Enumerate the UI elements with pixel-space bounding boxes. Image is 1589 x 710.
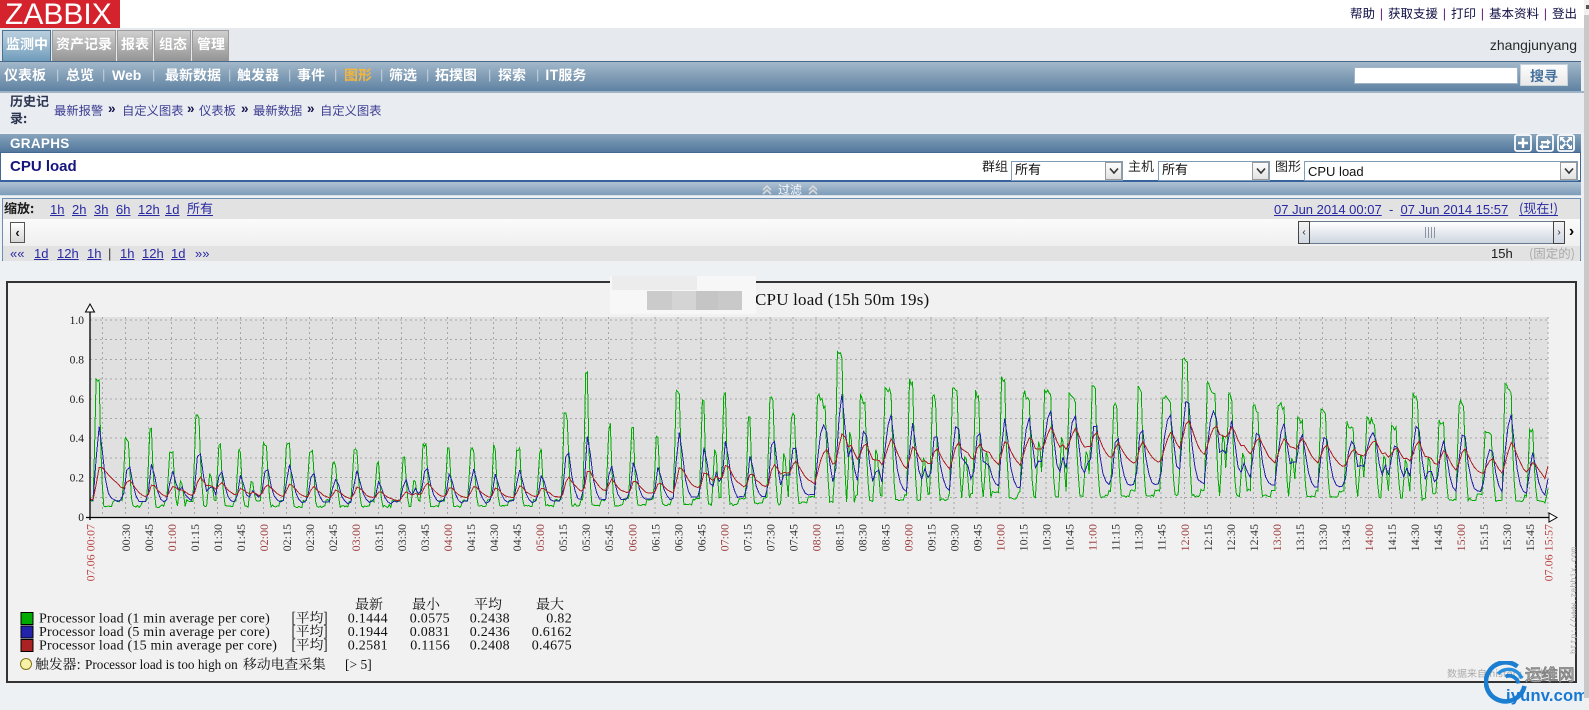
svg-text:05:45: 05:45 — [602, 524, 616, 551]
svg-text:12:15: 12:15 — [1201, 524, 1215, 551]
svg-text:0.4: 0.4 — [70, 433, 85, 445]
svg-text:05:30: 05:30 — [579, 524, 593, 551]
svg-text:07.06 15:57: 07.06 15:57 — [1542, 524, 1556, 581]
svg-text:05:15: 05:15 — [556, 524, 570, 551]
svg-text:14:45: 14:45 — [1431, 524, 1445, 551]
svg-text:08:15: 08:15 — [833, 524, 847, 551]
svg-text:0: 0 — [78, 512, 84, 524]
svg-text:07.06 00:07: 07.06 00:07 — [84, 524, 98, 581]
svg-text:15:15: 15:15 — [1477, 524, 1491, 551]
svg-text:03:00: 03:00 — [349, 524, 363, 551]
svg-text:09:45: 09:45 — [971, 524, 985, 551]
svg-text:0.4675: 0.4675 — [532, 639, 572, 654]
svg-text:01:00: 01:00 — [165, 524, 179, 551]
svg-text:Processor load is too high on: Processor load is too high on — [85, 657, 238, 672]
svg-text:11:30: 11:30 — [1132, 524, 1146, 551]
svg-text:06:45: 06:45 — [694, 524, 708, 551]
svg-text:09:15: 09:15 — [925, 524, 939, 551]
svg-text:07:30: 07:30 — [763, 524, 777, 551]
svg-text:04:45: 04:45 — [510, 524, 524, 551]
svg-text:14:00: 14:00 — [1362, 524, 1376, 551]
svg-text:0.6: 0.6 — [70, 394, 85, 406]
svg-text:0.8: 0.8 — [70, 354, 85, 366]
svg-text:00:45: 00:45 — [142, 524, 156, 551]
svg-text:08:45: 08:45 — [879, 524, 893, 551]
svg-text:12:00: 12:00 — [1178, 524, 1192, 551]
svg-text:0.2: 0.2 — [70, 473, 85, 485]
svg-text:02:30: 02:30 — [303, 524, 317, 551]
svg-text:05:00: 05:00 — [533, 524, 547, 551]
svg-text:10:45: 10:45 — [1063, 524, 1077, 551]
svg-text:0.2581: 0.2581 — [348, 639, 388, 654]
svg-text:0.1156: 0.1156 — [410, 639, 450, 654]
svg-text:01:45: 01:45 — [234, 524, 248, 551]
svg-text:00:30: 00:30 — [119, 524, 133, 551]
svg-text:15:45: 15:45 — [1523, 524, 1537, 551]
svg-text:14:15: 14:15 — [1385, 524, 1399, 551]
svg-text:13:30: 13:30 — [1316, 524, 1330, 551]
svg-text:http://www.zabbix.com: http://www.zabbix.com — [1569, 547, 1579, 654]
svg-text:10:15: 10:15 — [1017, 524, 1031, 551]
svg-text:CPU load (15h 50m 19s): CPU load (15h 50m 19s) — [755, 290, 929, 309]
svg-text:09:30: 09:30 — [948, 524, 962, 551]
svg-text:14:30: 14:30 — [1408, 524, 1422, 551]
svg-text:02:00: 02:00 — [257, 524, 271, 551]
svg-text:13:15: 13:15 — [1293, 524, 1307, 551]
svg-text:15:30: 15:30 — [1500, 524, 1514, 551]
svg-text:10:00: 10:00 — [994, 524, 1008, 551]
svg-text:07:45: 07:45 — [786, 524, 800, 551]
svg-text:0.2408: 0.2408 — [470, 639, 510, 654]
svg-text:01:15: 01:15 — [188, 524, 202, 551]
svg-text:04:15: 04:15 — [464, 524, 478, 551]
svg-text:11:15: 11:15 — [1109, 524, 1123, 551]
svg-text:11:45: 11:45 — [1155, 524, 1169, 551]
svg-text:09:00: 09:00 — [902, 524, 916, 551]
svg-text:12:30: 12:30 — [1224, 524, 1238, 551]
svg-text:13:00: 13:00 — [1270, 524, 1284, 551]
svg-text:01:30: 01:30 — [211, 524, 225, 551]
svg-text:06:15: 06:15 — [648, 524, 662, 551]
svg-text:02:45: 02:45 — [326, 524, 340, 551]
svg-text:[> 5]: [> 5] — [345, 657, 372, 672]
svg-text:07:15: 07:15 — [740, 524, 754, 551]
svg-text:04:30: 04:30 — [487, 524, 501, 551]
svg-text:08:00: 08:00 — [809, 524, 823, 551]
svg-text:1.0: 1.0 — [70, 315, 85, 327]
svg-text:03:15: 03:15 — [372, 524, 386, 551]
svg-text:04:00: 04:00 — [441, 524, 455, 551]
svg-text:03:45: 03:45 — [418, 524, 432, 551]
svg-text:08:30: 08:30 — [856, 524, 870, 551]
svg-text:Processor load (15 min average: Processor load (15 min average per core) — [39, 639, 277, 654]
svg-text:15:00: 15:00 — [1454, 524, 1468, 551]
svg-text:06:00: 06:00 — [625, 524, 639, 551]
svg-text:10:30: 10:30 — [1040, 524, 1054, 551]
svg-text:11:00: 11:00 — [1086, 524, 1100, 551]
svg-text:07:00: 07:00 — [717, 524, 731, 551]
svg-text:06:30: 06:30 — [671, 524, 685, 551]
svg-text:12:45: 12:45 — [1247, 524, 1261, 551]
svg-text:02:15: 02:15 — [280, 524, 294, 551]
svg-text:03:30: 03:30 — [395, 524, 409, 551]
svg-text:13:45: 13:45 — [1339, 524, 1353, 551]
